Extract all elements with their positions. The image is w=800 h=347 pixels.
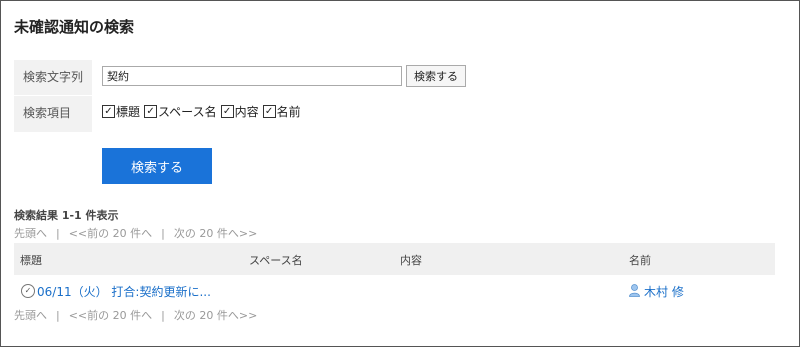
pager-top: 先頭へ | <<前の 20 件へ | 次の 20 件へ>>: [14, 225, 257, 241]
search-form: 検索文字列 検索する 検索項目 ✓標題 ✓スペース名 ✓内容 ✓名前: [14, 60, 466, 132]
checkbox-title-label: 標題: [116, 105, 141, 119]
keyword-label: 検索文字列: [14, 60, 92, 95]
column-name: 名前: [629, 254, 651, 267]
checkbox-content[interactable]: ✓ 内容: [220, 103, 259, 120]
search-button[interactable]: 検索する: [102, 148, 212, 184]
results-summary: 検索結果 1-1 件表示: [14, 209, 119, 222]
result-title-link[interactable]: 06/11（火） 打合:契約更新に...: [37, 283, 211, 300]
result-name-link[interactable]: 木村 修: [644, 283, 684, 300]
pager-bottom: 先頭へ | <<前の 20 件へ | 次の 20 件へ>>: [14, 307, 257, 323]
checkbox-space[interactable]: ✓ スペース名: [144, 103, 217, 120]
column-space: スペース名: [249, 254, 303, 267]
checkbox-name-label: 名前: [276, 105, 301, 119]
column-title: 標題: [20, 254, 42, 267]
checkbox-title-box[interactable]: ✓: [102, 105, 115, 118]
pager-next: 次の 20 件へ>>: [173, 309, 258, 322]
checkbox-title[interactable]: ✓ 標題: [102, 103, 140, 120]
checkbox-space-label: スペース名: [158, 105, 217, 119]
checkbox-name[interactable]: ✓ 名前: [262, 103, 301, 120]
checkbox-name-box[interactable]: ✓: [262, 105, 276, 118]
page-title: 未確認通知の検索: [14, 18, 135, 36]
pager-next: 次の 20 件へ>>: [173, 227, 258, 240]
pager-prev: <<前の 20 件へ: [68, 309, 153, 322]
pager-first: 先頭へ: [14, 309, 47, 322]
pager-separator: |: [56, 309, 60, 322]
pager-first: 先頭へ: [14, 227, 47, 240]
search-items-label: 検索項目: [14, 96, 92, 132]
pager-prev: <<前の 20 件へ: [68, 227, 153, 240]
inline-search-button[interactable]: 検索する: [406, 65, 466, 87]
pager-separator: |: [56, 227, 60, 240]
search-items-checkboxes: ✓ 標題 ✓ スペース名 ✓ 内容 ✓ 名前: [102, 103, 301, 120]
user-icon: [629, 284, 640, 297]
results-table-header: 標題 スペース名 内容 名前: [14, 243, 775, 275]
pager-separator: |: [161, 227, 165, 240]
keyword-input[interactable]: [102, 66, 402, 86]
checkbox-content-box[interactable]: ✓: [220, 105, 234, 118]
pager-separator: |: [161, 309, 165, 322]
table-row: ✓ 06/11（火） 打合:契約更新に... 木村 修: [14, 283, 775, 301]
column-content: 内容: [400, 254, 422, 267]
schedule-icon: ✓: [21, 284, 35, 298]
checkbox-space-box[interactable]: ✓: [144, 105, 158, 118]
window-frame: 未確認通知の検索 検索文字列 検索する 検索項目 ✓標題 ✓スペース名 ✓内容 …: [0, 0, 800, 347]
checkbox-content-label: 内容: [234, 105, 259, 119]
